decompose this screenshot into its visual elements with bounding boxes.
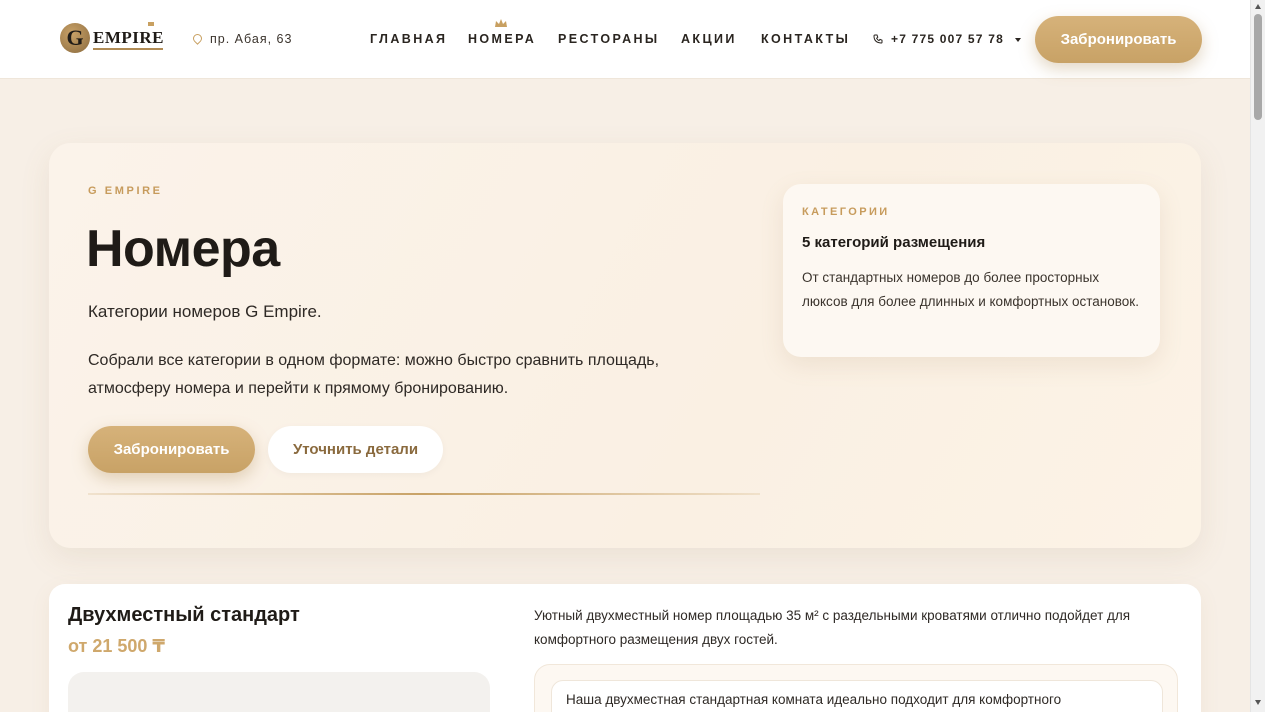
scrollbar[interactable] bbox=[1250, 0, 1265, 712]
nav-contacts[interactable]: КОНТАКТЫ bbox=[761, 32, 850, 46]
room-details-text: Наша двухместная стандартная комната иде… bbox=[566, 692, 1062, 707]
logo-underline bbox=[93, 48, 163, 50]
divider bbox=[88, 493, 760, 495]
logo-crown-icon bbox=[148, 22, 154, 26]
room-description: Уютный двухместный номер площадью 35 м² … bbox=[534, 608, 1131, 647]
room-price: от 21 500 ₸ bbox=[68, 636, 165, 656]
hero-subtitle: Категории номеров G Empire. bbox=[88, 302, 322, 321]
hero-eyebrow: G EMPIRE bbox=[88, 185, 163, 197]
phone-number: +7 775 007 57 78 bbox=[891, 32, 1004, 46]
address-text: пр. Абая, 63 bbox=[210, 32, 293, 46]
hero-description: Собрали все категории в одном формате: м… bbox=[88, 352, 660, 397]
room-photo[interactable] bbox=[68, 672, 490, 712]
room-details-panel: Наша двухместная стандартная комната иде… bbox=[551, 680, 1163, 712]
nav-promotions[interactable]: АКЦИИ bbox=[681, 32, 737, 46]
map-pin-icon bbox=[191, 32, 204, 45]
scroll-up-icon[interactable] bbox=[1255, 4, 1261, 9]
room-name: Двухместный стандарт bbox=[68, 604, 300, 626]
crown-icon bbox=[495, 19, 507, 27]
header-book-button[interactable]: Забронировать bbox=[1035, 16, 1202, 63]
logo-text: EMPIRE bbox=[93, 28, 164, 47]
room-card: Двухместный стандарт от 21 500 ₸ Уютный … bbox=[49, 584, 1201, 712]
categories-description: От стандартных номеров до более просторн… bbox=[802, 270, 1139, 309]
chevron-down-icon[interactable] bbox=[1015, 38, 1021, 42]
scroll-down-icon[interactable] bbox=[1255, 700, 1261, 705]
nav-restaurants[interactable]: РЕСТОРАНЫ bbox=[558, 32, 660, 46]
logo-emblem: G bbox=[60, 23, 90, 53]
logo[interactable]: G EMPIRE bbox=[60, 22, 166, 54]
site-header: G EMPIRE пр. Абая, 63 ГЛАВНАЯ НОМЕРА РЕС… bbox=[0, 0, 1250, 79]
address[interactable]: пр. Абая, 63 bbox=[191, 32, 293, 46]
scroll-thumb[interactable] bbox=[1254, 14, 1262, 120]
categories-title: 5 категорий размещения bbox=[802, 234, 986, 251]
hero-card: G EMPIRE Номера Категории номеров G Empi… bbox=[49, 143, 1201, 548]
categories-card: КАТЕГОРИИ 5 категорий размещения От стан… bbox=[783, 184, 1160, 357]
nav-home[interactable]: ГЛАВНАЯ bbox=[370, 32, 447, 46]
categories-eyebrow: КАТЕГОРИИ bbox=[802, 206, 890, 218]
nav-rooms[interactable]: НОМЕРА bbox=[468, 32, 536, 46]
phone-icon bbox=[873, 34, 883, 44]
page-title: Номера bbox=[86, 220, 280, 278]
room-details-box: Наша двухместная стандартная комната иде… bbox=[534, 664, 1178, 712]
details-button[interactable]: Уточнить детали bbox=[268, 426, 443, 473]
phone-link[interactable]: +7 775 007 57 78 bbox=[873, 32, 1004, 46]
hero-book-button[interactable]: Забронировать bbox=[88, 426, 255, 473]
